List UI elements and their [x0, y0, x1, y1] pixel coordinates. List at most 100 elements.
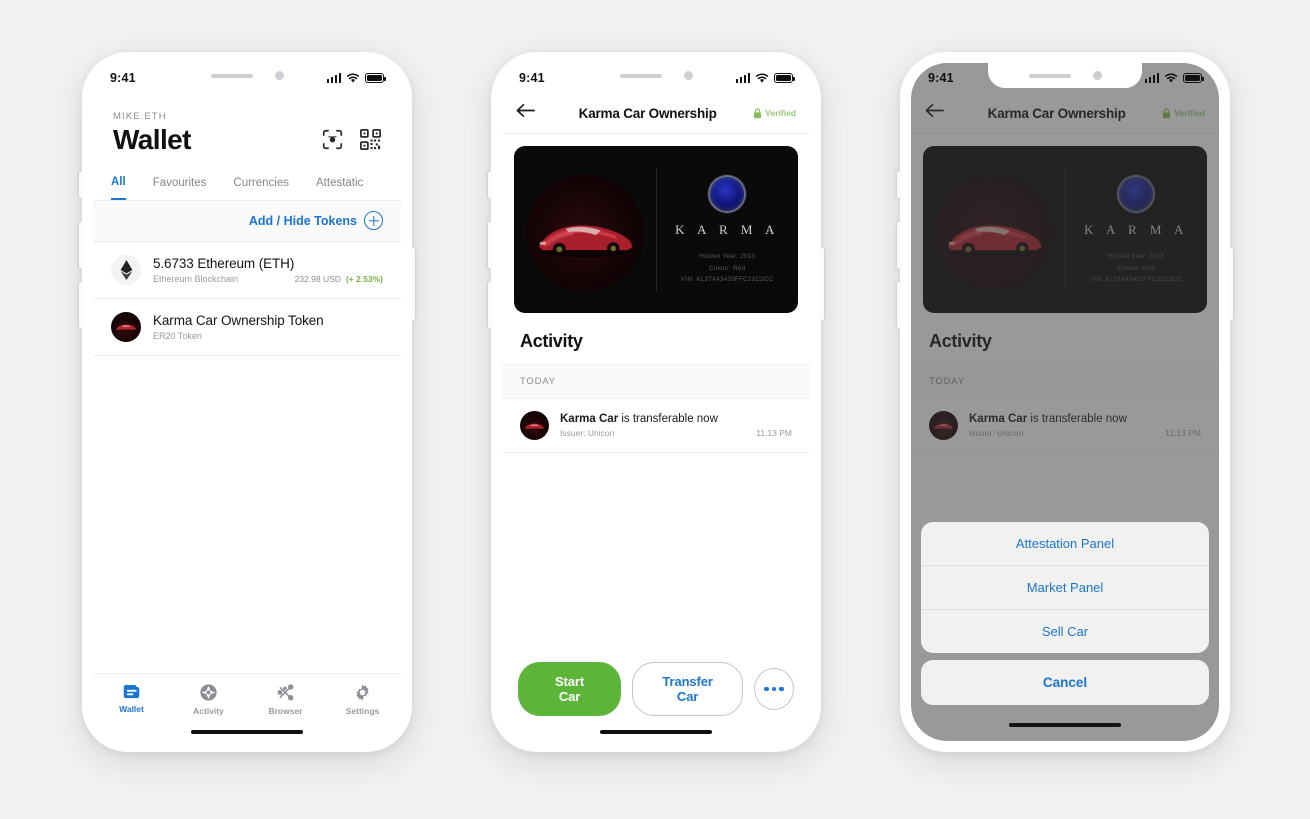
start-car-button[interactable]: Start Car — [518, 662, 622, 716]
add-hide-tokens-label: Add / Hide Tokens — [248, 213, 357, 228]
sidebar-item-browser[interactable]: Browser — [247, 683, 324, 716]
status-badge: Verified — [753, 107, 796, 119]
wallet-empty-space — [93, 356, 401, 673]
tab-label: Wallet — [119, 704, 144, 714]
silent-switch[interactable] — [488, 172, 492, 198]
power-button[interactable] — [820, 248, 824, 320]
earpiece-speaker — [210, 73, 253, 78]
status-indicators — [1144, 73, 1204, 84]
status-time: 9:41 — [928, 71, 954, 85]
volume-up-button[interactable] — [897, 222, 901, 268]
token-change: (+ 2.53%) — [345, 274, 383, 284]
more-options-button[interactable] — [754, 668, 795, 710]
battery-icon — [1183, 73, 1204, 83]
activity-group-label: TODAY — [502, 365, 810, 399]
battery-icon — [774, 73, 795, 83]
status-indicators — [326, 73, 386, 84]
activity-icon — [200, 684, 217, 701]
battery-icon — [365, 73, 386, 83]
wallet-screen: 9:41 MIKE.ETH Wallet All Favourites Curr… — [93, 63, 401, 741]
activity-heading: Activity — [502, 313, 810, 365]
phone-action-sheet: Karma Car Ownership Verified — [897, 52, 1233, 752]
front-camera-icon — [683, 71, 693, 80]
status-time: 9:41 — [110, 71, 136, 85]
volume-up-button[interactable] — [79, 222, 83, 268]
browser-network-icon — [277, 684, 294, 701]
plus-circle-icon[interactable] — [364, 211, 383, 230]
account-name: MIKE.ETH — [113, 111, 167, 122]
home-indicator[interactable] — [1009, 723, 1121, 727]
sidebar-item-settings[interactable]: Settings — [324, 683, 401, 716]
volume-up-button[interactable] — [488, 222, 492, 268]
sidebar-item-wallet[interactable]: Wallet — [93, 683, 170, 716]
qr-code-icon[interactable] — [360, 129, 381, 150]
tab-label: Browser — [268, 706, 303, 716]
activity-title-rest: is transferable now — [618, 413, 718, 425]
cellular-signal-icon — [326, 73, 341, 83]
meta-holden-year: Holden Year: 2013 — [699, 253, 756, 261]
token-row-ethereum[interactable]: 5.6733 Ethereum (ETH) Ethereum Blockchai… — [93, 242, 401, 299]
action-buttons: Start Car Transfer Car — [502, 662, 810, 722]
back-button[interactable] — [516, 103, 542, 123]
power-button[interactable] — [1229, 248, 1233, 320]
phone-wallet: 9:41 MIKE.ETH Wallet All Favourites Curr… — [79, 52, 415, 752]
wifi-icon — [1164, 73, 1178, 83]
status-indicators — [735, 73, 795, 84]
token-subtitle: ER20 Token — [153, 331, 202, 341]
cellular-signal-icon — [1144, 73, 1159, 83]
tab-currencies[interactable]: Currencies — [233, 171, 289, 199]
brand-name: K A R M A — [675, 222, 780, 238]
meta-colour: Colour: Red — [709, 264, 746, 272]
action-sheet-screen: Karma Car Ownership Verified — [911, 63, 1219, 741]
notch — [579, 63, 733, 88]
volume-down-button[interactable] — [897, 282, 901, 328]
wifi-icon — [346, 73, 360, 83]
ethereum-icon — [111, 255, 141, 285]
meta-vin: VIN: KL3TA43420FFC21C2CC — [681, 276, 774, 284]
activity-time: 11:13 PM — [756, 428, 792, 438]
home-indicator[interactable] — [600, 730, 712, 734]
token-title: 5.6733 Ethereum (ETH) — [153, 256, 295, 271]
tab-attestations[interactable]: Attestatic — [316, 171, 363, 199]
nft-card[interactable]: K A R M A Holden Year: 2013 Colour: Red … — [514, 146, 798, 313]
karma-emblem-icon — [710, 177, 745, 212]
silent-switch[interactable] — [897, 172, 901, 198]
wifi-icon — [755, 73, 769, 83]
transfer-car-button[interactable]: Transfer Car — [632, 662, 744, 716]
red-karma-car-illustration — [538, 225, 632, 258]
token-row-karma-car[interactable]: Karma Car Ownership Token ER20 Token — [93, 299, 401, 356]
nft-brand-panel: K A R M A Holden Year: 2013 Colour: Red … — [657, 146, 799, 313]
camera-scan-icon[interactable] — [322, 129, 343, 150]
silent-switch[interactable] — [79, 172, 83, 198]
power-button[interactable] — [411, 248, 415, 320]
tab-all[interactable]: All — [111, 170, 126, 200]
volume-down-button[interactable] — [79, 282, 83, 328]
wallet-icon — [123, 685, 140, 699]
notch — [170, 63, 324, 88]
tab-favourites[interactable]: Favourites — [153, 171, 207, 199]
add-hide-tokens-button[interactable]: Add / Hide Tokens — [93, 201, 401, 242]
token-subtitle: Ethereum Blockchain — [153, 274, 239, 284]
action-sheet: Attestation Panel Market Panel Sell Car … — [921, 522, 1209, 705]
sidebar-item-activity[interactable]: Activity — [170, 683, 247, 716]
earpiece-speaker — [619, 73, 662, 78]
tab-label: Settings — [345, 706, 380, 716]
gear-icon — [356, 684, 369, 701]
karma-car-icon — [520, 411, 549, 440]
attestation-panel-button[interactable]: Attestation Panel — [921, 522, 1209, 566]
sell-car-button[interactable]: Sell Car — [921, 610, 1209, 653]
activity-title: Karma Car is transferable now — [560, 413, 792, 425]
page-title: Wallet — [113, 124, 191, 155]
activity-row[interactable]: Karma Car is transferable now Issuer: Un… — [502, 399, 810, 453]
activity-title-bold: Karma Car — [560, 413, 619, 425]
status-time: 9:41 — [519, 71, 545, 85]
front-camera-icon — [274, 71, 284, 80]
home-indicator[interactable] — [191, 730, 303, 734]
mockup-stage: 9:41 MIKE.ETH Wallet All Favourites Curr… — [0, 0, 1310, 819]
cancel-button[interactable]: Cancel — [921, 660, 1209, 705]
market-panel-button[interactable]: Market Panel — [921, 566, 1209, 610]
page-title: Karma Car Ownership — [578, 105, 717, 121]
tab-label: Activity — [193, 706, 224, 716]
volume-down-button[interactable] — [488, 282, 492, 328]
nft-metadata: Holden Year: 2013 Colour: Red VIN: KL3TA… — [681, 251, 773, 285]
